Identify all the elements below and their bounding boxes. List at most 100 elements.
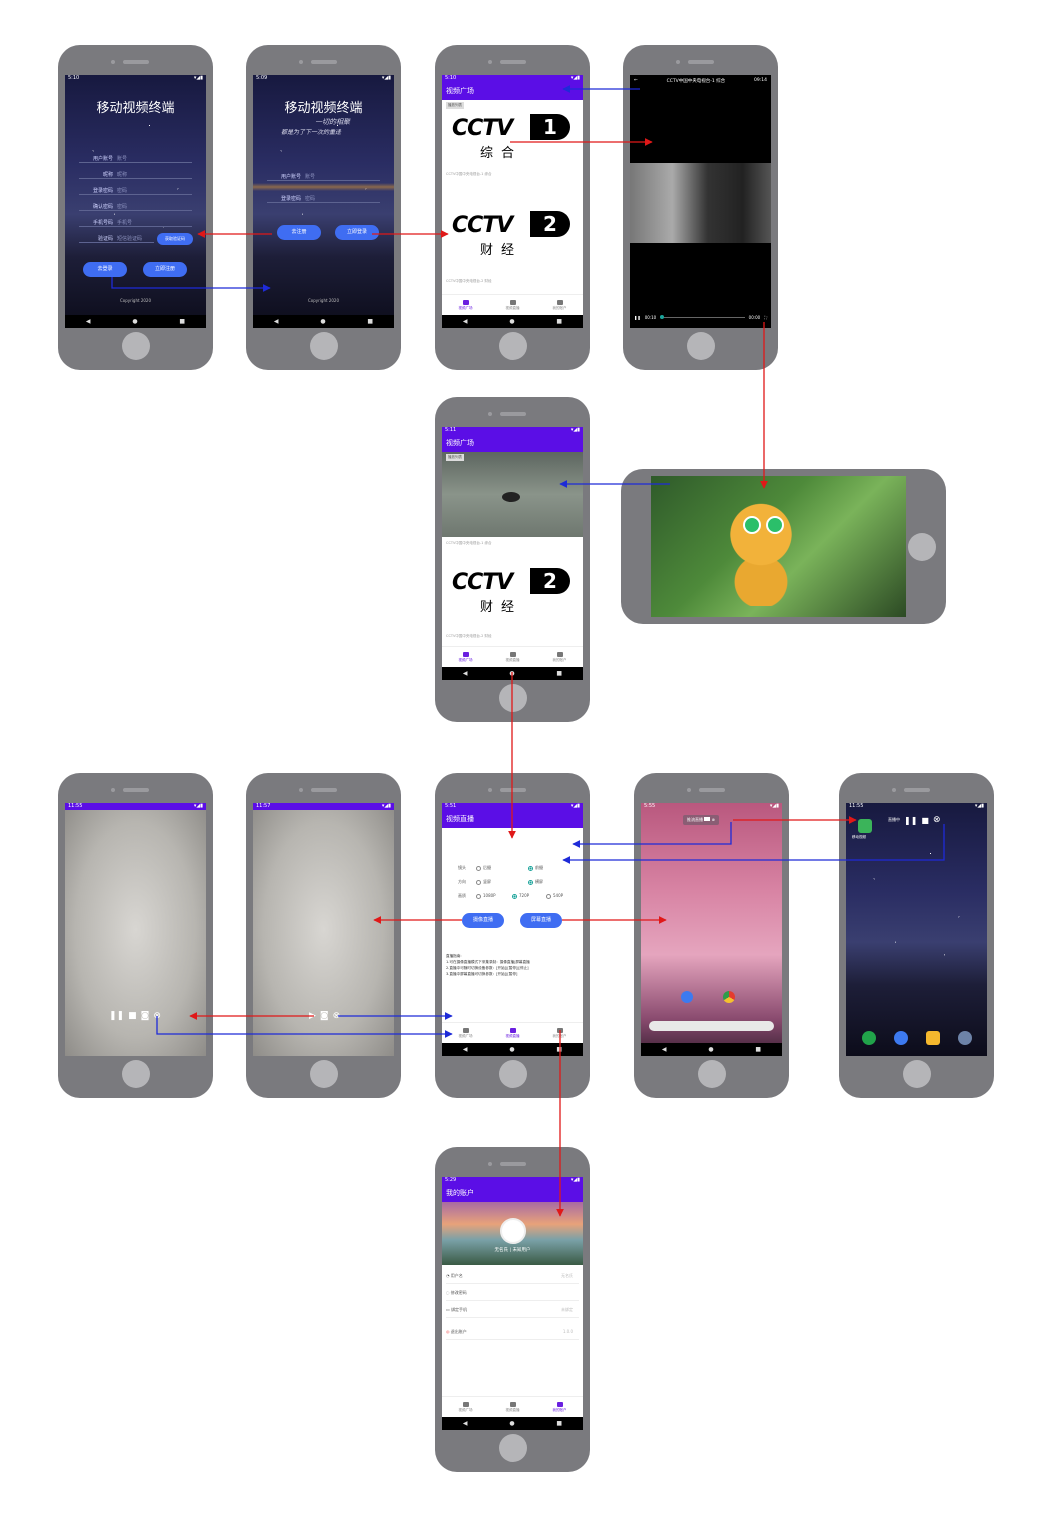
camera-live-button[interactable]: 摄像直播 (462, 913, 504, 928)
field-sms-code[interactable]: 验证码 短信验证码 (79, 231, 154, 243)
camera-switch-icon[interactable]: ◙ (141, 1011, 150, 1021)
tiger-eye-left (743, 516, 761, 534)
close-icon[interactable]: ⊗ (712, 817, 715, 822)
clock: 09:14 (754, 78, 767, 83)
back-arrow-icon[interactable]: ← (634, 78, 638, 84)
field-nickname[interactable]: 昵称 昵称 (79, 167, 192, 179)
stop-icon[interactable]: ■ (128, 1011, 137, 1021)
tab-account[interactable]: 我的账户 (553, 299, 567, 311)
slogan-line1: 一切的相聚 (315, 118, 350, 126)
home-button (498, 1060, 527, 1088)
app-icon-mobile-video[interactable] (858, 819, 872, 833)
row-lens[interactable]: 镜头 后摄 前摄 (458, 865, 578, 871)
row-change-password[interactable]: ◌ 修改密码 (446, 1286, 579, 1301)
tab-account[interactable]: 我的账户 (553, 1401, 567, 1413)
pause-icon[interactable]: ❚❚ (634, 315, 641, 320)
slogan-line2: 都是为了下一次的重逢 (281, 129, 342, 136)
chrome-icon[interactable] (723, 991, 735, 1003)
stop-icon[interactable]: ■ (921, 816, 929, 825)
field-account[interactable]: 用户账号 账号 (267, 169, 380, 181)
tab-video-square[interactable]: 视频广场 (459, 651, 473, 663)
android-navbar: ◀ ● ■ (442, 1417, 583, 1430)
row-bind-phone[interactable]: ▭ 绑定手机 未绑定 (446, 1303, 579, 1318)
register-button[interactable]: 去注册 (277, 225, 321, 240)
phone-screen-live: 5:55 ▾◢▮ 推流直播 ⊗ ◀ ● ■ (634, 773, 789, 1098)
cctv2-logo: CCTV 2 财经 (452, 568, 572, 615)
field-account[interactable]: 用户账号 账号 (79, 151, 192, 163)
speaker (298, 60, 337, 64)
close-icon[interactable]: ⊗ (933, 815, 941, 825)
channel-caption: CCTV中国中央电视台-2 财经 (446, 634, 492, 638)
tab-video-square[interactable]: 视频广场 (459, 299, 473, 311)
inline-video[interactable]: 播放列表 (442, 452, 583, 537)
pause-icon[interactable]: ❚❚ (109, 1011, 124, 1021)
app-bar-title: 视频广场 (442, 82, 583, 100)
tab-video-square[interactable]: 视频广场 (459, 1027, 473, 1039)
search-bar[interactable] (649, 1021, 774, 1031)
back-login-button[interactable]: 去登录 (83, 262, 127, 277)
row-logout[interactable]: ◎ 退出账户 1.0.0 (446, 1325, 579, 1340)
live-notes: 直播指南: 1.可在摄像直播模式下采集录制：摄像直播|屏幕直播 2.直播中可随时… (446, 954, 530, 976)
time-total: 00:00 (748, 315, 761, 320)
home-button (121, 1060, 150, 1088)
register-button[interactable]: 立即注册 (143, 262, 187, 277)
tab-live[interactable]: 视频直播 (506, 651, 520, 663)
close-icon[interactable]: ⊗ (333, 1011, 341, 1021)
video-square-screen: 5:10 ▾◢▮ 视频广场 播放列表 CCTV 1 综合 CCTV中国中央电视台-1 … (442, 75, 583, 328)
tab-live[interactable]: 视频直播 (506, 1027, 520, 1039)
floating-live-widget[interactable]: 推流直播 ⊗ (683, 815, 719, 825)
video-frame[interactable] (630, 163, 771, 243)
horizon-glow (253, 183, 394, 191)
get-code-button[interactable]: 获取验证码 (157, 233, 193, 245)
android-navbar: ◀ ● ■ (253, 315, 394, 328)
row-orientation[interactable]: 方向 竖屏 横屏 (458, 879, 578, 885)
login-button[interactable]: 立即登录 (335, 225, 379, 240)
app-bar-title: 视频直播 (442, 810, 583, 828)
camera-controls: ▶ ◙ ⊗ (309, 1011, 340, 1021)
phone-player: ← CCTV中国中央电视台-1 综合 09:14 ❚❚ 00:10 00:00 … (623, 45, 778, 370)
landscape-screen[interactable] (651, 476, 906, 617)
phone-camera-live: 11:55 ▾◢▮ ❚❚ ■ ◙ ⊗ (58, 773, 213, 1098)
contacts-icon[interactable] (894, 1031, 908, 1045)
stars-bg (846, 803, 987, 1056)
register-screen: 5:10▾◢▮ 移动视频终端 用户账号账号 昵称昵称 登录密码密码 确认密码密码… (65, 75, 206, 328)
camera-switch-icon[interactable]: ◙ (320, 1011, 329, 1021)
channel-card-1[interactable]: 播放列表 CCTV 1 综合 CCTV中国中央电视台-1 综合 (442, 100, 583, 180)
field-confirm-password[interactable]: 确认密码 密码 (79, 199, 192, 211)
seek-bar[interactable] (660, 315, 745, 319)
tab-account[interactable]: 我的账户 (553, 1027, 567, 1039)
tab-video-square[interactable]: 视频广场 (459, 1401, 473, 1413)
speaker (298, 788, 337, 792)
android-navbar: ◀ ● ■ (65, 315, 206, 328)
field-phone[interactable]: 手机号码 手机号 (79, 215, 192, 227)
row-username[interactable]: ◔ 用户名 无名氏 (446, 1269, 579, 1284)
screen-live-button[interactable]: 屏幕直播 (520, 913, 562, 928)
settings-icon[interactable] (958, 1031, 972, 1045)
pause-icon[interactable]: ❚❚ (904, 816, 917, 825)
row-quality[interactable]: 画质 1080P 720P 540P (458, 893, 578, 899)
fullscreen-icon[interactable]: ⛶ (764, 315, 767, 320)
tab-live[interactable]: 视频直播 (506, 299, 520, 311)
recents-icon: ■ (179, 318, 186, 325)
messages-icon[interactable] (926, 1031, 940, 1045)
channel-card-2[interactable]: CCTV 2 财经 CCTV中国中央电视台-2 财经 (442, 183, 583, 283)
camera-icon (509, 299, 516, 305)
field-password[interactable]: 登录密码 密码 (267, 191, 380, 203)
tab-account[interactable]: 我的账户 (553, 651, 567, 663)
tab-live[interactable]: 视频直播 (506, 1401, 520, 1413)
channel-card-2[interactable]: CCTV 2 财经 CCTV中国中央电视台-2 财经 (442, 552, 583, 640)
video-record-icon[interactable]: ▶ (309, 1011, 316, 1021)
field-password[interactable]: 登录密码 密码 (79, 183, 192, 195)
messages-icon[interactable] (681, 991, 693, 1003)
avatar[interactable] (500, 1218, 526, 1244)
speaker (487, 60, 526, 64)
cctv2-logo: CCTV 2 财经 (452, 211, 572, 258)
phone-icon[interactable] (862, 1031, 876, 1045)
camera-controls: ❚❚ ■ ◙ ⊗ (109, 1011, 161, 1021)
phone-camera-live-2: 11:57 ▾◢▮ ▶ ◙ ⊗ (246, 773, 401, 1098)
close-icon[interactable]: ⊗ (153, 1011, 161, 1021)
home-button (498, 1434, 527, 1462)
home-button (121, 332, 150, 360)
floating-live-widget[interactable]: 直播中 ❚❚ ■ ⊗ (888, 815, 941, 825)
app-icon-label: 移动视频 (852, 835, 866, 839)
